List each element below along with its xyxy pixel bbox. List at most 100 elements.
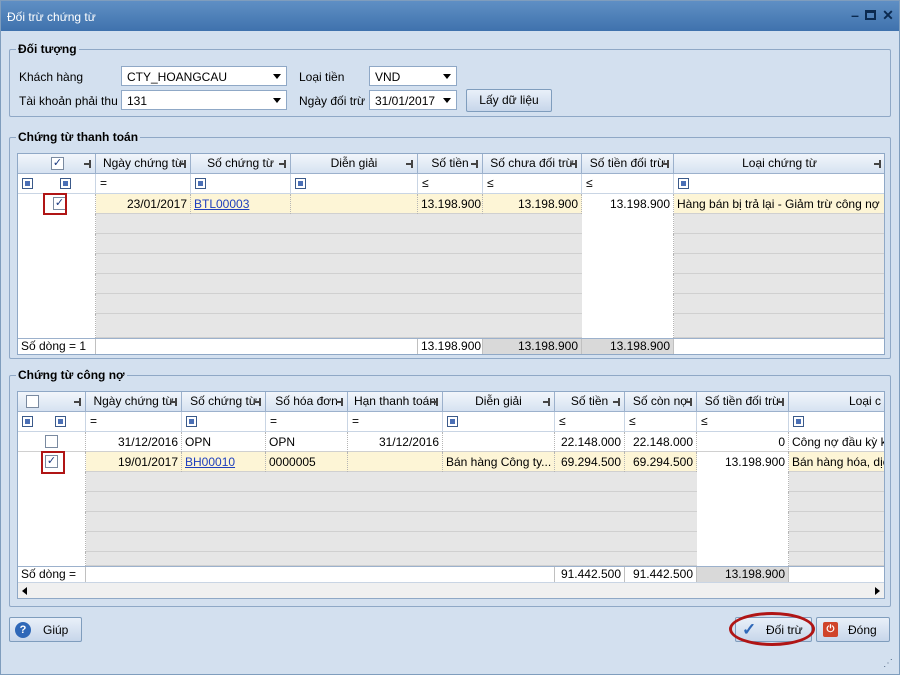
select-all-checkbox[interactable] xyxy=(26,395,39,408)
thanh-toan-grid[interactable]: ✓ Ngày chứng từ Số chứng từ Diễn giải Số… xyxy=(17,153,885,355)
chevron-down-icon[interactable] xyxy=(439,67,456,85)
title-bar[interactable]: Đối trừ chứng từ – ✕ xyxy=(1,1,899,31)
so-ct-link[interactable]: BH00010 xyxy=(185,455,235,469)
filter-ngay[interactable]: = xyxy=(96,174,191,194)
so-ct-link[interactable]: BTL00003 xyxy=(194,197,249,211)
scroll-left-icon[interactable] xyxy=(22,587,27,595)
cell-so-hd: OPN xyxy=(266,432,348,452)
table-row[interactable]: 31/12/2016 OPN OPN 31/12/2016 22.148.000… xyxy=(18,432,884,452)
pin-icon[interactable] xyxy=(685,398,693,406)
pin-icon[interactable] xyxy=(613,398,621,406)
col-so-hoa-don[interactable]: Số hóa đơn xyxy=(266,392,348,412)
cell-so-chua: 13.198.900 xyxy=(483,194,582,214)
filter-icon[interactable] xyxy=(22,416,33,427)
col-ngay-chung-tu[interactable]: Ngày chứng từ xyxy=(86,392,182,412)
loai-tien-combo[interactable]: VND xyxy=(369,66,457,86)
khach-hang-combo[interactable]: CTY_HOANGCAU xyxy=(121,66,287,86)
filter-so-doi-tru[interactable]: ≤ xyxy=(582,174,674,194)
filter-loai[interactable] xyxy=(674,174,884,194)
maximize-icon[interactable] xyxy=(863,7,879,23)
col-dien-giai[interactable]: Diễn giải xyxy=(443,392,555,412)
cell-so-doi-tru[interactable]: 13.198.900 xyxy=(582,194,674,214)
pin-icon[interactable] xyxy=(336,398,344,406)
pin-icon[interactable] xyxy=(84,160,92,168)
giup-button[interactable]: ? Giúp xyxy=(9,617,82,642)
col-loai-chung-tu[interactable]: Loại chứng từ xyxy=(674,154,884,174)
pin-icon[interactable] xyxy=(471,160,479,168)
cell-so-doi-tru[interactable]: 13.198.900 xyxy=(697,452,789,472)
select-all-checkbox[interactable]: ✓ xyxy=(51,157,64,170)
filter-so-tien[interactable]: ≤ xyxy=(555,412,625,432)
filter-icon[interactable] xyxy=(186,416,197,427)
scroll-right-icon[interactable] xyxy=(875,587,880,595)
col-so-con-no[interactable]: Số còn nợ xyxy=(625,392,697,412)
filter-icon[interactable] xyxy=(678,178,689,189)
pin-icon[interactable] xyxy=(406,160,414,168)
cong-no-grid[interactable]: Ngày chứng từ Số chứng từ Số hóa đơn Hạn… xyxy=(17,391,885,599)
filter-so-con-no[interactable]: ≤ xyxy=(625,412,697,432)
table-row[interactable]: ✓ 23/01/2017 BTL00003 13.198.900 13.198.… xyxy=(18,194,884,214)
filter-so-tien[interactable]: ≤ xyxy=(418,174,483,194)
pin-icon[interactable] xyxy=(570,160,578,168)
filter-icon[interactable] xyxy=(60,178,71,189)
col-loai-chung-tu[interactable]: Loại c xyxy=(789,392,884,412)
col-so-chung-tu[interactable]: Số chứng từ xyxy=(191,154,291,174)
empty-row xyxy=(18,492,884,512)
minimize-icon[interactable]: – xyxy=(847,7,863,23)
filter-so-doi-tru[interactable]: ≤ xyxy=(697,412,789,432)
col-han-thanh-toan[interactable]: Hạn thanh toán xyxy=(348,392,443,412)
chevron-down-icon[interactable] xyxy=(439,91,456,109)
row-checkbox[interactable] xyxy=(45,435,58,448)
filter-dien-giai[interactable] xyxy=(291,174,418,194)
col-so-tien-doi-tru[interactable]: Số tiền đối trừ xyxy=(582,154,674,174)
pin-icon[interactable] xyxy=(777,398,785,406)
close-icon[interactable]: ✕ xyxy=(880,7,896,23)
pin-icon[interactable] xyxy=(874,160,882,168)
filter-icon[interactable] xyxy=(793,416,804,427)
cell-so-ct[interactable]: BTL00003 xyxy=(191,194,291,214)
resize-grip-icon[interactable]: ⋰ xyxy=(883,658,895,670)
header-select-all[interactable] xyxy=(18,392,86,412)
filter-dien-giai[interactable] xyxy=(443,412,555,432)
pin-icon[interactable] xyxy=(170,398,178,406)
filter-so-ct[interactable] xyxy=(182,412,266,432)
filter-loai[interactable] xyxy=(789,412,884,432)
pin-icon[interactable] xyxy=(543,398,551,406)
col-so-tien[interactable]: Số tiền xyxy=(418,154,483,174)
filter-so-hd[interactable]: = xyxy=(266,412,348,432)
ngay-doi-tru-field[interactable]: 31/01/2017 xyxy=(369,90,457,110)
dong-button[interactable]: ⏻ Đóng xyxy=(816,617,890,642)
cell-so-ct[interactable]: BH00010 xyxy=(182,452,266,472)
tai-khoan-combo[interactable]: 131 xyxy=(121,90,287,110)
pin-icon[interactable] xyxy=(74,398,82,406)
col-so-tien-doi-tru[interactable]: Số tiền đối trừ xyxy=(697,392,789,412)
col-so-chung-tu[interactable]: Số chứng từ xyxy=(182,392,266,412)
col-ngay-chung-tu[interactable]: Ngày chứng từ xyxy=(96,154,191,174)
horizontal-scrollbar[interactable] xyxy=(18,582,884,598)
khach-hang-label: Khách hàng xyxy=(19,70,84,84)
pin-icon[interactable] xyxy=(431,398,439,406)
filter-icon[interactable] xyxy=(447,416,458,427)
col-dien-giai[interactable]: Diễn giải xyxy=(291,154,418,174)
col-so-tien[interactable]: Số tiền xyxy=(555,392,625,412)
filter-icon[interactable] xyxy=(22,178,33,189)
filter-icon[interactable] xyxy=(195,178,206,189)
pin-icon[interactable] xyxy=(179,160,187,168)
col-so-chua-doi-tru[interactable]: Số chưa đối trừ xyxy=(483,154,582,174)
empty-row xyxy=(18,552,884,566)
filter-ngay[interactable]: = xyxy=(86,412,182,432)
cell-so-doi-tru[interactable]: 0 xyxy=(697,432,789,452)
filter-so-ct[interactable] xyxy=(191,174,291,194)
chevron-down-icon[interactable] xyxy=(269,67,286,85)
filter-han-tt[interactable]: = xyxy=(348,412,443,432)
chevron-down-icon[interactable] xyxy=(269,91,286,109)
pin-icon[interactable] xyxy=(279,160,287,168)
filter-icon[interactable] xyxy=(295,178,306,189)
filter-so-chua[interactable]: ≤ xyxy=(483,174,582,194)
pin-icon[interactable] xyxy=(662,160,670,168)
pin-icon[interactable] xyxy=(254,398,262,406)
lay-du-lieu-button[interactable]: Lấy dữ liệu xyxy=(466,89,552,112)
header-select-all[interactable]: ✓ xyxy=(18,154,96,174)
filter-icon[interactable] xyxy=(55,416,66,427)
table-row[interactable]: ✓ 19/01/2017 BH00010 0000005 Bán hàng Cô… xyxy=(18,452,884,472)
